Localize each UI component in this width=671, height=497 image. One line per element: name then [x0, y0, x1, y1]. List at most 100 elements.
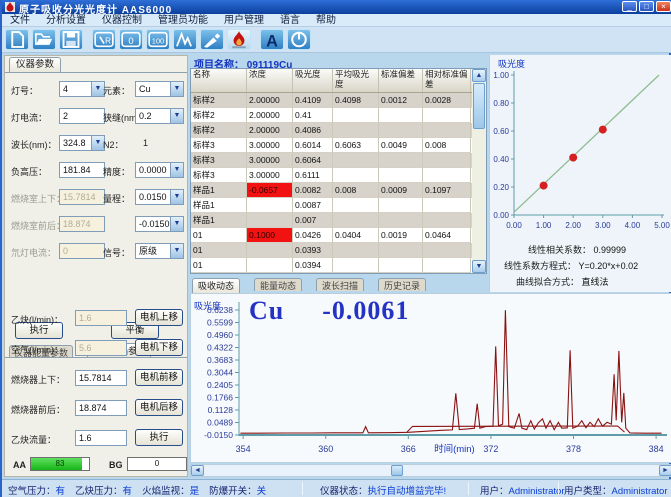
table-row[interactable]: 样品1-0.06570.00820.0080.00090.1097 [191, 183, 486, 198]
scroll-up-button[interactable]: ▲ [472, 69, 486, 82]
flame-button-3[interactable]: 电机后移 [135, 399, 183, 416]
gauge-r-button[interactable]: R [92, 29, 116, 50]
table-row[interactable]: 标样22.000000.41090.40980.00120.0028 [191, 93, 486, 108]
cell-9-0: 01 [191, 228, 247, 243]
flame-input-1: 5.6 [75, 340, 127, 356]
column-header-5[interactable]: 相对标准偏差 [423, 69, 471, 92]
select-0-0[interactable]: 4▼ [59, 81, 105, 97]
wavelength-scan-button[interactable] [173, 29, 197, 50]
scroll-down-button[interactable]: ▼ [472, 260, 486, 273]
flame-button-4[interactable]: 执行 [135, 429, 183, 446]
scroll-right-button[interactable]: ► [659, 465, 671, 476]
tab-dynamic-1[interactable]: 能量动态 [254, 278, 302, 291]
table-row[interactable]: 010.10000.04260.04040.00190.0464 [191, 228, 486, 243]
chevron-down-icon[interactable]: ▼ [170, 217, 183, 231]
table-row[interactable]: 标样22.000000.4086 [191, 123, 486, 138]
flame-button-1[interactable]: 电机下移 [135, 339, 183, 356]
input-3-0[interactable]: 181.84 [59, 162, 105, 178]
select-3-1[interactable]: 0.0000▼ [135, 162, 184, 178]
gauge-zero-icon: 0 [120, 30, 142, 49]
chevron-down-icon[interactable]: ▼ [170, 109, 183, 123]
cell-3-4: 0.0049 [379, 138, 423, 153]
cell-2-2: 0.4086 [293, 123, 333, 138]
svg-text:0.40: 0.40 [493, 155, 509, 164]
results-table[interactable]: 名称浓度吸光度平均吸光度标准偏差相对标准偏差 标样22.000000.41090… [190, 68, 487, 274]
field-label-6-1: 信号： [103, 246, 130, 259]
menu-item-6[interactable]: 帮助 [308, 14, 344, 27]
select-6-1[interactable]: 原级▼ [135, 243, 184, 259]
flame-button-0[interactable]: 电机上移 [135, 309, 183, 326]
menu-item-3[interactable]: 管理员功能 [150, 14, 216, 27]
power-button[interactable] [287, 29, 311, 50]
status-item-2: 火焰监视：是 [142, 486, 199, 497]
tab-instrument-params[interactable]: 仪器参数 [9, 57, 61, 72]
save-button[interactable] [59, 29, 83, 50]
input-6-0: 0 [59, 243, 105, 259]
minimize-button[interactable]: _ [622, 1, 637, 12]
input-1-0[interactable]: 2 [59, 108, 105, 124]
nebulizer-button[interactable] [200, 29, 224, 50]
svg-text:0.4322: 0.4322 [207, 343, 233, 353]
cell-5-3 [333, 168, 379, 183]
table-row[interactable]: 样品10.0087 [191, 198, 486, 213]
column-header-4[interactable]: 标准偏差 [379, 69, 423, 92]
chevron-down-icon[interactable]: ▼ [170, 244, 183, 258]
table-row[interactable]: 样品10.007 [191, 213, 486, 228]
select-0-1[interactable]: Cu▼ [135, 81, 184, 97]
table-scrollbar-thumb[interactable] [473, 83, 485, 129]
chevron-down-icon[interactable]: ▼ [170, 190, 183, 204]
select-1-1[interactable]: 0.2▼ [135, 108, 184, 124]
flame-input-3[interactable]: 18.874 [75, 400, 127, 416]
open-file-button[interactable] [32, 29, 56, 50]
flame-input-2[interactable]: 15.7814 [75, 370, 127, 386]
ignite-flame-button[interactable] [227, 29, 251, 50]
user-value: Administrator [509, 486, 565, 497]
menu-item-1[interactable]: 分析设置 [38, 14, 94, 27]
table-row[interactable]: 标样33.000000.6064 [191, 153, 486, 168]
hscroll-thumb[interactable] [391, 465, 403, 476]
chevron-down-icon[interactable]: ▼ [170, 82, 183, 96]
chevron-down-icon[interactable]: ▼ [170, 163, 183, 177]
maximize-button[interactable]: □ [639, 1, 654, 12]
table-row[interactable]: 标样33.000000.60140.60630.00490.008 [191, 138, 486, 153]
column-header-1[interactable]: 浓度 [247, 69, 293, 92]
menu-item-5[interactable]: 语言 [272, 14, 308, 27]
svg-text:A: A [266, 32, 278, 49]
select-4-1[interactable]: 0.0150▼ [135, 189, 184, 205]
table-row[interactable]: 010.0394 [191, 258, 486, 273]
gauge-zero-button[interactable]: 0 [119, 29, 143, 50]
svg-text:R: R [105, 37, 111, 46]
select-5-1[interactable]: -0.0150▼ [135, 216, 184, 232]
auto-align-button[interactable]: A [260, 29, 284, 50]
scroll-left-button[interactable]: ◄ [191, 465, 204, 476]
menu-item-4[interactable]: 用户管理 [216, 14, 272, 27]
gauge-100-button[interactable]: 100 [146, 29, 170, 50]
svg-text:366: 366 [401, 444, 416, 454]
field-label-4-1: 量程： [103, 192, 130, 205]
tab-dynamic-2[interactable]: 波长扫描 [316, 278, 364, 291]
cell-9-5: 0.0464 [423, 228, 471, 243]
aa-progress-bar: 83 [30, 457, 90, 471]
signal-chart-scrollbar[interactable]: ◄ ► [190, 464, 671, 477]
status-item-1: 乙炔压力：有 [75, 486, 132, 497]
column-header-2[interactable]: 吸光度 [293, 69, 333, 92]
column-header-3[interactable]: 平均吸光度 [333, 69, 379, 92]
cell-0-4: 0.0012 [379, 93, 423, 108]
table-row[interactable]: 010.0393 [191, 243, 486, 258]
close-button[interactable]: × [656, 1, 671, 12]
field-label-3-0: 负高压： [11, 165, 47, 178]
select-2-0[interactable]: 324.8▼ [59, 135, 105, 151]
table-row[interactable]: 标样33.000000.6111 [191, 168, 486, 183]
tab-dynamic-0[interactable]: 吸收动态 [192, 278, 240, 293]
flame-input-4[interactable]: 1.6 [75, 430, 127, 446]
flame-button-2[interactable]: 电机前移 [135, 369, 183, 386]
table-row[interactable]: 标样22.000000.41 [191, 108, 486, 123]
gauge-100-icon: 100 [147, 30, 169, 49]
column-header-0[interactable]: 名称 [191, 69, 247, 92]
new-file-button[interactable] [5, 29, 29, 50]
element-current-reading: Cu-0.0061 [249, 296, 409, 326]
cell-4-1: 3.00000 [247, 153, 293, 168]
tab-dynamic-3[interactable]: 历史记录 [378, 278, 426, 291]
menu-item-0[interactable]: 文件 [2, 14, 38, 27]
menu-item-2[interactable]: 仪器控制 [94, 14, 150, 27]
